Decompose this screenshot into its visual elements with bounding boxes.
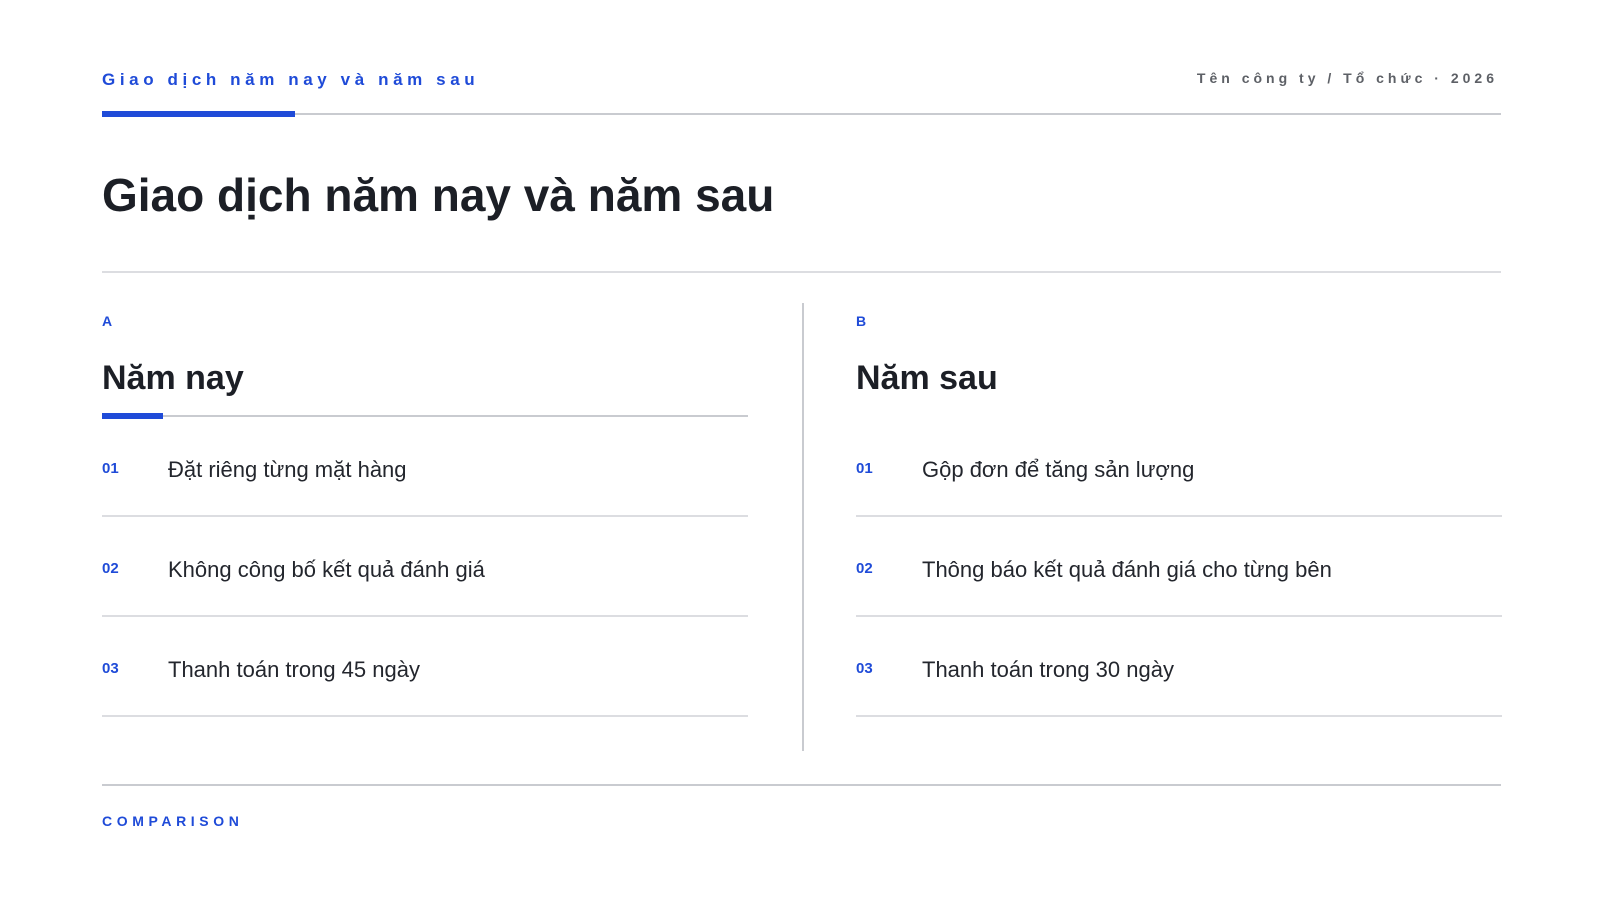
item-text: Gộp đơn để tăng sản lượng — [922, 457, 1195, 482]
item-text: Không công bố kết quả đánh giá — [168, 557, 485, 582]
item-list: 01 Đặt riêng từng mặt hàng 02 Không công… — [102, 417, 748, 717]
item-list: 01 Gộp đơn để tăng sản lượng 02 Thông bá… — [856, 417, 1502, 717]
footer-label: COMPARISON — [102, 813, 244, 829]
column-next-year: B Năm sau 01 Gộp đơn để tăng sản lượng 0… — [856, 312, 1502, 717]
column-divider — [802, 303, 804, 751]
list-item: 03 Thanh toán trong 30 ngày — [856, 617, 1502, 717]
column-heading: Năm sau — [856, 359, 998, 397]
column-this-year: A Năm nay 01 Đặt riêng từng mặt hàng 02 … — [102, 312, 748, 717]
footer-divider — [102, 784, 1501, 786]
list-item: 01 Gộp đơn để tăng sản lượng — [856, 417, 1502, 517]
item-number: 02 — [856, 560, 873, 577]
item-text: Đặt riêng từng mặt hàng — [168, 457, 407, 482]
item-number: 02 — [102, 560, 119, 577]
header-meta: Tên công ty / Tổ chức · 2026 — [1196, 70, 1498, 86]
column-letter: B — [856, 313, 867, 329]
header-divider — [102, 113, 1501, 115]
list-item: 03 Thanh toán trong 45 ngày — [102, 617, 748, 717]
item-text: Thanh toán trong 45 ngày — [168, 657, 420, 682]
list-item: 02 Không công bố kết quả đánh giá — [102, 517, 748, 617]
list-item: 01 Đặt riêng từng mặt hàng — [102, 417, 748, 517]
column-letter: A — [102, 313, 113, 329]
page-title: Giao dịch năm nay và năm sau — [102, 169, 775, 221]
header-accent-bar — [102, 111, 295, 117]
item-number: 01 — [102, 460, 119, 477]
item-text: Thông báo kết quả đánh giá cho từng bên — [922, 557, 1332, 582]
item-number: 01 — [856, 460, 873, 477]
header-kicker: Giao dịch năm nay và năm sau — [102, 70, 480, 89]
item-number: 03 — [102, 660, 119, 677]
column-heading: Năm nay — [102, 359, 244, 397]
item-number: 03 — [856, 660, 873, 677]
list-item: 02 Thông báo kết quả đánh giá cho từng b… — [856, 517, 1502, 617]
title-divider — [102, 271, 1501, 273]
item-text: Thanh toán trong 30 ngày — [922, 657, 1174, 682]
